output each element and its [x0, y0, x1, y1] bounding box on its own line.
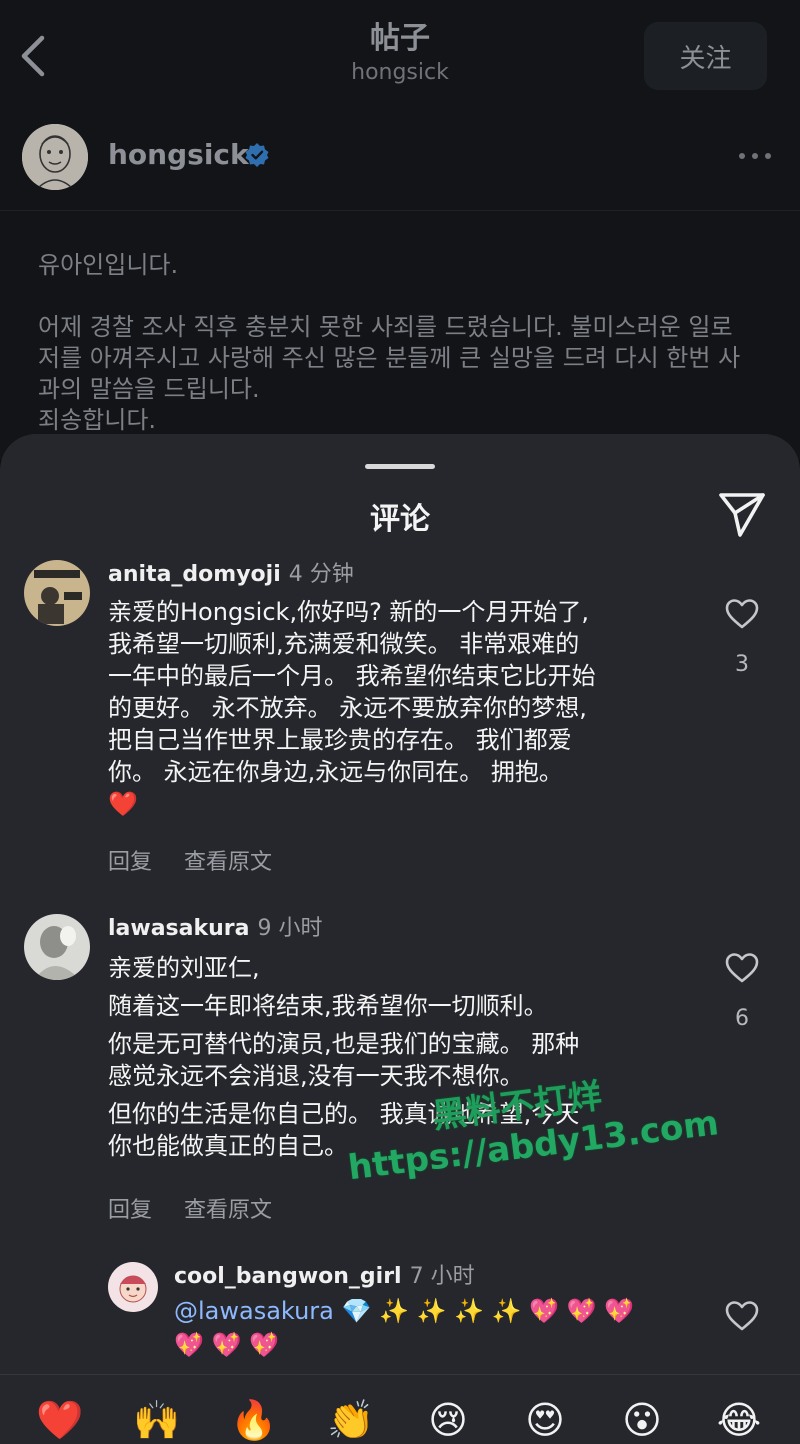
- comment-line: 把自己当作世界上最珍贵的存在。 我们都爱: [108, 726, 572, 754]
- reply-time: 7 小时: [409, 1264, 475, 1289]
- sheet-drag-handle[interactable]: [365, 464, 435, 469]
- comment-line: 我希望一切顺利,充满爱和微笑。 非常艰难的: [108, 630, 580, 658]
- comment-text: 亲爱的Hongsick,你好吗? 新的一个月开始了, 我希望一切顺利,充满爱和微…: [108, 596, 698, 820]
- comment-line: 你。 永远在你身边,永远与你同在。 拥抱。: [108, 758, 563, 786]
- comment-username[interactable]: anita_domyoji: [108, 562, 281, 587]
- avatar-sketch-icon: [22, 124, 88, 190]
- comment-time: 9 小时: [257, 916, 323, 941]
- like-count: 6: [735, 1006, 749, 1031]
- emoji-laughing-button[interactable]: 😂: [711, 1395, 767, 1444]
- page-title-group: 帖子 hongsick: [250, 20, 550, 88]
- comment-line: 但你的生活是你自己的。 我真诚地希望,今天: [108, 1100, 580, 1128]
- comment-time: 4 分钟: [288, 562, 354, 587]
- reply-item: cool_bangwon_girl 7 小时 @lawasakura 💎 ✨ ✨ …: [0, 1262, 800, 1372]
- post-background: 帖子 hongsick 关注 hongsick 유아인입니다. 어제 경찰 조사…: [0, 0, 800, 460]
- comment-line: 一年中的最后一个月。 我希望你结束它比开始: [108, 662, 596, 690]
- page-title: 帖子: [370, 21, 430, 56]
- heart-icon[interactable]: [724, 952, 760, 984]
- emoji-reaction-bar: ❤️ 🙌 🔥 👏 😢 😍 😮 😂: [0, 1374, 800, 1444]
- emoji-fire-button[interactable]: 🔥: [226, 1395, 282, 1444]
- comment-line: ❤️: [108, 790, 138, 818]
- reply-text: @lawasakura 💎 ✨ ✨ ✨ ✨ 💖 💖 💖 💖 💖 💖: [174, 1294, 694, 1362]
- top-bar: 帖子 hongsick 关注: [0, 0, 800, 112]
- reply-emojis: 💖 💖 💖: [174, 1331, 279, 1359]
- mention-link[interactable]: @lawasakura: [174, 1297, 334, 1325]
- comment-header: lawasakura 9 小时: [108, 914, 323, 944]
- comment-username[interactable]: lawasakura: [108, 916, 250, 941]
- reply-header: cool_bangwon_girl 7 小时: [174, 1262, 475, 1292]
- avatar[interactable]: [24, 914, 90, 980]
- share-send-icon[interactable]: [716, 490, 768, 538]
- view-original-button[interactable]: 查看原文: [184, 850, 272, 875]
- page-subtitle: hongsick: [351, 60, 449, 85]
- emoji-heart-button[interactable]: ❤️: [32, 1395, 88, 1444]
- comments-sheet: 评论 anita_domyoji 4 分钟 亲爱的Hongsick,你好吗? 新的…: [0, 434, 800, 1444]
- avatar[interactable]: [24, 560, 90, 626]
- emoji-heart-eyes-button[interactable]: 😍: [517, 1395, 573, 1444]
- chevron-left-icon: [21, 35, 45, 77]
- view-original-button[interactable]: 查看原文: [184, 1198, 272, 1223]
- avatar-photo-icon: [24, 914, 90, 980]
- avatar-photo-icon: [24, 560, 90, 626]
- back-button[interactable]: [14, 30, 54, 82]
- comment-header: anita_domyoji 4 分钟: [108, 560, 354, 590]
- comments-title: 评论: [370, 502, 430, 537]
- emoji-raised-hands-button[interactable]: 🙌: [129, 1395, 185, 1444]
- comment-line: 的更好。 永不放弃。 永远不要放弃你的梦想,: [108, 694, 587, 722]
- divider: [0, 210, 800, 211]
- comment-line: 亲爱的Hongsick,你好吗? 新的一个月开始了,: [108, 598, 590, 626]
- avatar[interactable]: [108, 1262, 158, 1312]
- heart-icon[interactable]: [724, 1300, 760, 1332]
- reply-username[interactable]: cool_bangwon_girl: [174, 1264, 402, 1289]
- like-count: 3: [735, 652, 749, 677]
- comment-line: 你也能做真正的自己。: [108, 1132, 348, 1160]
- follow-button[interactable]: 关注: [644, 22, 767, 90]
- caption-paragraph: 어제 경찰 조사 직후 충분치 못한 사죄를 드렸습니다. 불미스러운 일로 저…: [38, 313, 741, 403]
- comment-actions: 回复 查看原文: [108, 1192, 304, 1224]
- avatar[interactable]: [22, 124, 88, 190]
- emoji-surprised-button[interactable]: 😮: [614, 1395, 670, 1444]
- post-author-row: hongsick: [0, 118, 800, 208]
- comment-line: 亲爱的刘亚仁,: [108, 954, 260, 982]
- comment-line: 随着这一年即将结束,我希望你一切顺利。: [108, 992, 548, 1020]
- comment-item: lawasakura 9 小时 亲爱的刘亚仁, 随着这一年即将结束,我希望你一切顺…: [0, 914, 800, 1234]
- reply-button[interactable]: 回复: [108, 1198, 152, 1223]
- comment-text: 亲爱的刘亚仁, 随着这一年即将结束,我希望你一切顺利。 你是无可替代的演员,也是…: [108, 952, 698, 1162]
- emoji-crying-button[interactable]: 😢: [420, 1395, 476, 1444]
- comment-actions: 回复 查看原文: [108, 844, 304, 876]
- comment-line: 感觉永远不会消退,没有一天我不想你。: [108, 1062, 524, 1090]
- emoji-clap-button[interactable]: 👏: [323, 1395, 379, 1444]
- comment-line: 你是无可替代的演员,也是我们的宝藏。 那种: [108, 1030, 580, 1058]
- heart-icon[interactable]: [724, 598, 760, 630]
- comment-item: anita_domyoji 4 分钟 亲爱的Hongsick,你好吗? 新的一个月…: [0, 560, 800, 880]
- caption-paragraph: 유아인입니다.: [38, 251, 179, 279]
- caption-paragraph: 죄송합니다.: [38, 406, 157, 434]
- verified-badge-icon: [245, 143, 269, 167]
- author-name[interactable]: hongsick: [108, 138, 249, 171]
- avatar-illustration-icon: [108, 1262, 158, 1312]
- reply-button[interactable]: 回复: [108, 850, 152, 875]
- more-options-icon[interactable]: [736, 146, 774, 166]
- reply-emojis: 💎 ✨ ✨ ✨ ✨ 💖 💖 💖: [333, 1297, 634, 1325]
